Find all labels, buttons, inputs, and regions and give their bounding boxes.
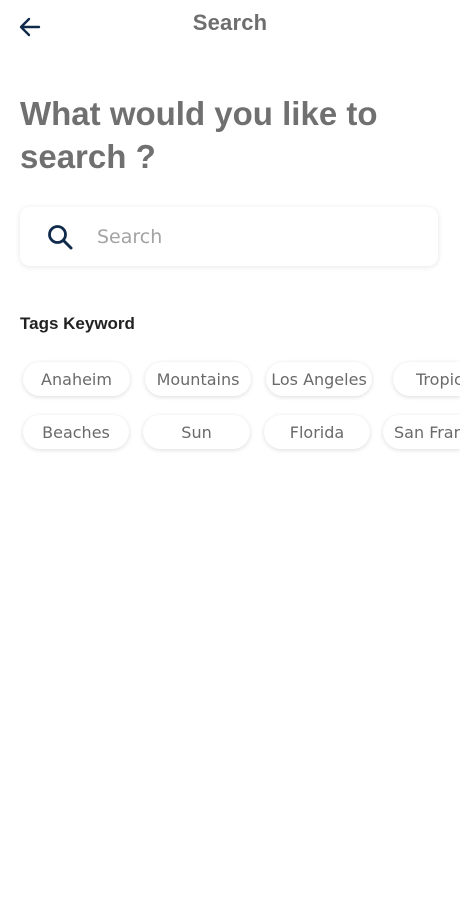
tag-chip-label: Tropic (416, 369, 460, 389)
app-header: Search (0, 0, 460, 50)
search-icon (45, 222, 75, 252)
page-title: Search (192, 10, 268, 35)
tag-chip-beaches[interactable]: Beaches (23, 415, 129, 449)
tag-chip-label: Anaheim (41, 369, 112, 389)
tag-chip-los-angeles[interactable]: Los Angeles (266, 362, 372, 396)
tag-chip-san-francisco[interactable]: San Fran (383, 415, 460, 449)
tag-chip-anaheim[interactable]: Anaheim (23, 362, 130, 396)
search-bar[interactable] (20, 207, 438, 266)
search-headline: What would you like to search ? (20, 95, 378, 175)
tag-chip-florida[interactable]: Florida (264, 415, 370, 449)
tag-chip-label: Los Angeles (271, 369, 367, 389)
search-input[interactable] (95, 224, 399, 249)
tag-chip-sun[interactable]: Sun (143, 415, 250, 449)
tag-chip-mountains[interactable]: Mountains (145, 362, 251, 396)
tag-chip-label: San Fran (394, 422, 460, 442)
tags-section-title: Tags Keyword (20, 314, 135, 333)
tag-chip-label: Sun (181, 422, 212, 442)
tag-chip-label: Florida (289, 422, 345, 442)
tag-chip-label: Beaches (42, 422, 110, 442)
tag-chip-label: Mountains (156, 369, 240, 389)
tag-chip-tropic[interactable]: Tropic (393, 362, 460, 396)
